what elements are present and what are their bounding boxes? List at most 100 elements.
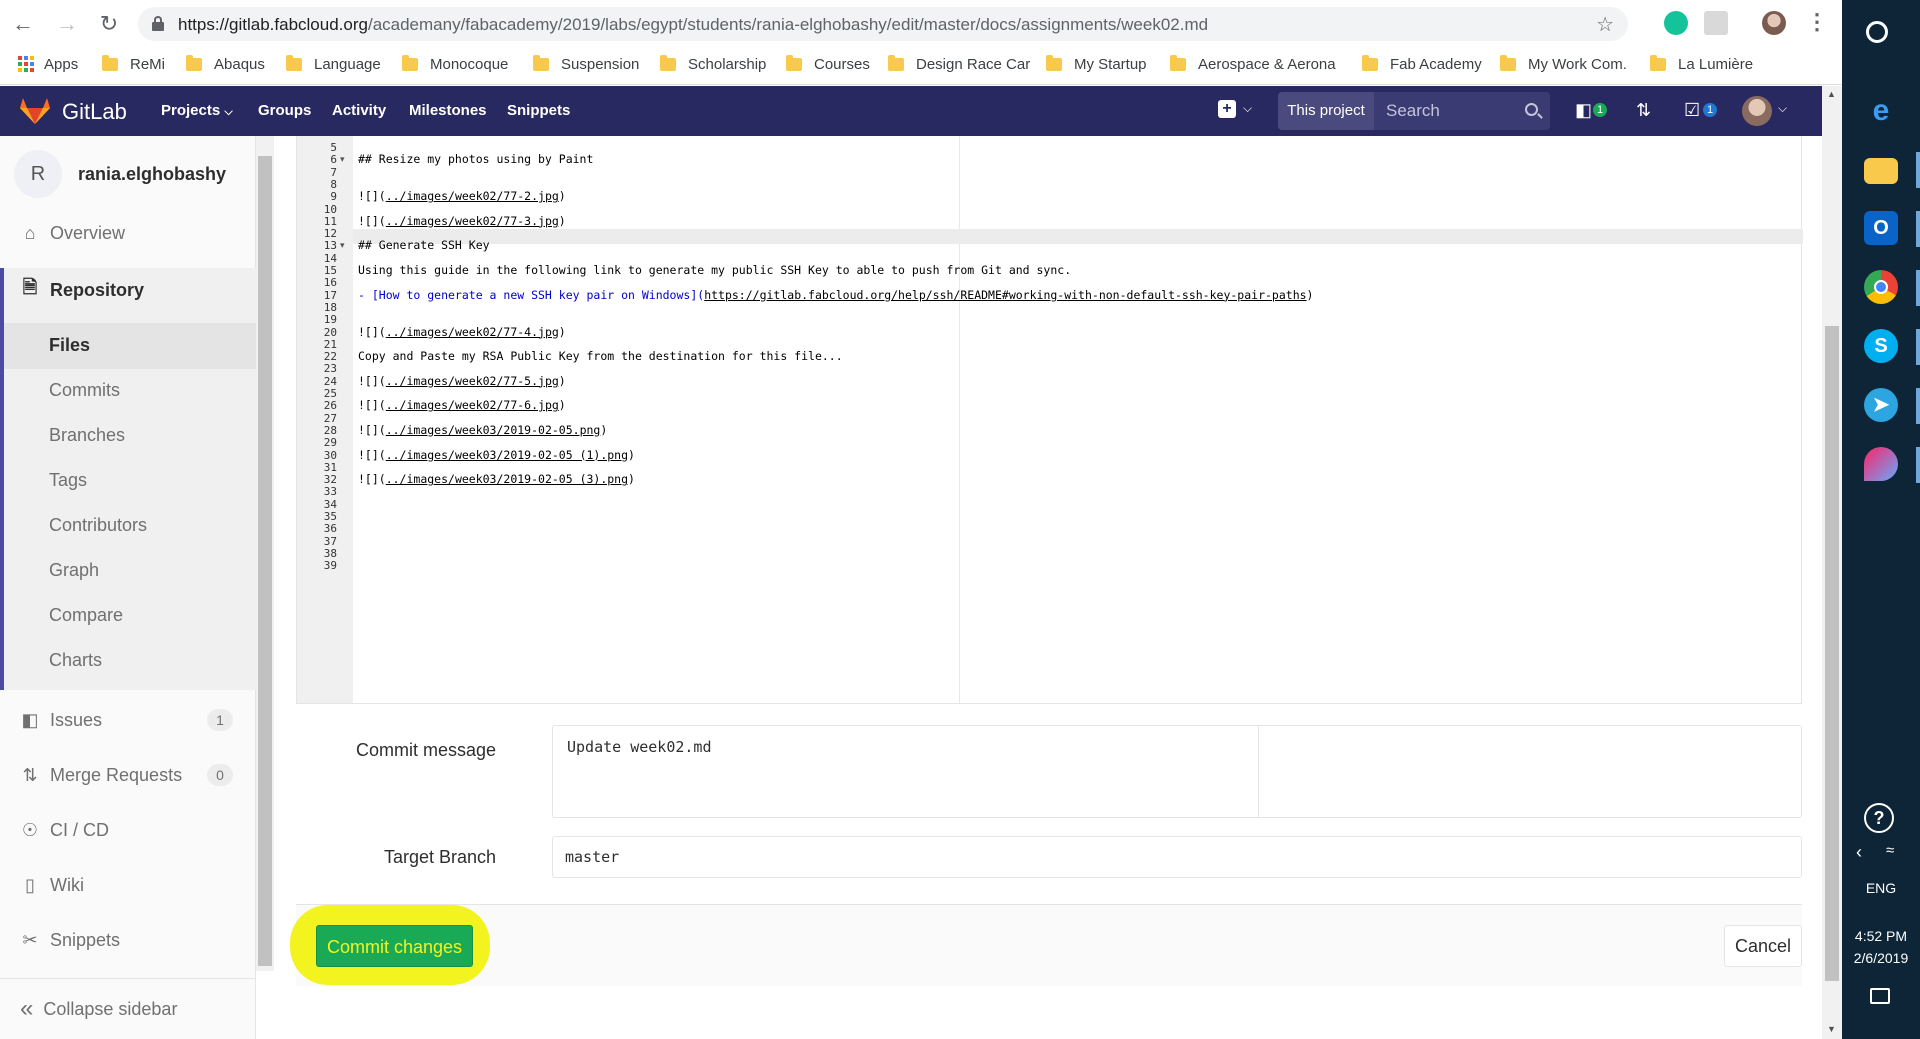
sidebar-subitem-graph[interactable]: Graph xyxy=(49,560,99,581)
bookmark-folder[interactable]: Suspension xyxy=(533,53,639,75)
chevron-down-icon[interactable]: ⌵ xyxy=(1778,101,1787,116)
sidebar-subitem-branches[interactable]: Branches xyxy=(49,425,125,446)
nav-snippets[interactable]: Snippets xyxy=(507,102,570,119)
language-indicator[interactable]: ENG xyxy=(1842,880,1920,896)
chrome-icon[interactable] xyxy=(1864,270,1898,304)
new-item-plus-icon[interactable]: + xyxy=(1218,100,1236,118)
nav-projects[interactable]: Projects ⌵ xyxy=(161,102,233,119)
sidebar-subitem-compare[interactable]: Compare xyxy=(49,605,123,626)
code-line[interactable]: Copy and Paste my RSA Public Key from th… xyxy=(358,349,843,364)
search-input[interactable]: Search xyxy=(1374,92,1550,130)
code-line[interactable]: ![](../images/week02/77-3.jpg) xyxy=(358,214,566,229)
sidebar-item-snippets[interactable]: ✂ Snippets xyxy=(0,918,256,962)
code-line[interactable]: ![](../images/week03/2019-02-05 (1).png) xyxy=(358,448,635,463)
target-branch-input[interactable]: master xyxy=(552,836,1802,878)
code-line[interactable]: - [How to generate a new SSH key pair on… xyxy=(358,288,1313,303)
code-line[interactable]: Using this guide in the following link t… xyxy=(358,263,1071,278)
bookmark-folder[interactable]: ReMi xyxy=(102,53,165,75)
address-bar[interactable]: https://gitlab.fabcloud.org/academany/fa… xyxy=(138,7,1628,41)
url-text: https://gitlab.fabcloud.org/academany/fa… xyxy=(178,15,1209,34)
user-avatar[interactable] xyxy=(1742,96,1772,126)
bookmark-folder[interactable]: Language xyxy=(286,53,381,75)
grammarly-extension-icon[interactable] xyxy=(1664,11,1688,35)
folder-icon xyxy=(102,54,118,71)
bookmark-folder[interactable]: Abaqus xyxy=(186,53,265,75)
bookmark-folder[interactable]: Monocoque xyxy=(402,53,508,75)
search-scope-badge[interactable]: This project xyxy=(1278,92,1374,130)
sidebar-item-wiki[interactable]: ▯ Wiki xyxy=(0,863,256,907)
outlook-icon[interactable]: O xyxy=(1864,211,1898,245)
clock-date[interactable]: 2/6/2019 xyxy=(1842,950,1920,966)
sidebar-subitem-files[interactable]: Files xyxy=(49,335,90,356)
sidebar-item-overview[interactable]: ⌂ Overview xyxy=(0,211,256,255)
todos-icon[interactable]: ☑ xyxy=(1684,100,1700,121)
bookmark-folder[interactable]: My Work Com. xyxy=(1500,53,1627,75)
code-line[interactable]: ![](../images/week02/77-6.jpg) xyxy=(358,398,566,413)
fold-toggle-icon[interactable]: ▾ xyxy=(340,152,345,167)
project-title[interactable]: R rania.elghobashy xyxy=(14,150,226,198)
collapse-sidebar-button[interactable]: «Collapse sidebar xyxy=(0,978,256,1039)
reload-icon[interactable]: ↻ xyxy=(94,9,124,39)
commit-message-textarea[interactable]: Update week02.md xyxy=(552,725,1802,818)
folder-icon xyxy=(1362,54,1378,71)
cancel-button[interactable]: Cancel xyxy=(1724,925,1802,967)
sidebar-subitem-contributors[interactable]: Contributors xyxy=(49,515,147,536)
search-icon xyxy=(1525,103,1538,116)
sidebar-scrollbar[interactable] xyxy=(256,136,274,971)
gitlab-logo-icon[interactable] xyxy=(20,98,50,124)
cortana-icon[interactable] xyxy=(1866,21,1888,43)
page-scrollbar[interactable]: ▲ ▼ xyxy=(1822,86,1842,1039)
edge-icon[interactable]: e xyxy=(1864,94,1898,128)
wifi-icon[interactable]: ≈ xyxy=(1886,842,1894,859)
code-line[interactable]: ## Resize my photos using by Paint xyxy=(358,152,593,167)
code-editor[interactable]: 5 6 ▾ ## Resize my photos using by Paint 7 8 9… xyxy=(296,136,1803,704)
bookmark-folder[interactable]: My Startup xyxy=(1046,53,1147,75)
chrome-menu-icon[interactable]: ⋮ xyxy=(1806,9,1828,35)
file-explorer-icon[interactable] xyxy=(1864,158,1898,184)
sidebar-subitem-charts[interactable]: Charts xyxy=(49,650,102,671)
forward-icon[interactable]: → xyxy=(52,9,82,39)
target-branch-label: Target Branch xyxy=(383,847,496,867)
paint3d-icon[interactable] xyxy=(1864,447,1898,481)
sidebar-item-repository[interactable]: 🗎 Repository xyxy=(0,268,252,312)
nav-groups[interactable]: Groups xyxy=(258,102,311,119)
bookmark-folder[interactable]: Scholarship xyxy=(660,53,766,75)
sidebar-subitem-tags[interactable]: Tags xyxy=(49,470,87,491)
code-line[interactable]: ![](../images/week02/77-5.jpg) xyxy=(358,374,566,389)
bookmark-folder[interactable]: Courses xyxy=(786,53,870,75)
code-line[interactable]: ## Generate SSH Key xyxy=(358,238,490,253)
bookmark-star-icon[interactable]: ☆ xyxy=(1596,12,1614,37)
code-line[interactable]: ![](../images/week02/77-4.jpg) xyxy=(358,325,566,340)
bookmark-folder[interactable]: Fab Academy xyxy=(1362,53,1482,75)
gitlab-header: GitLab Projects ⌵ Groups Activity Milest… xyxy=(0,86,1822,136)
sidebar-subitem-commits[interactable]: Commits xyxy=(49,380,120,401)
extension-icon[interactable] xyxy=(1704,11,1728,35)
skype-icon[interactable]: S xyxy=(1864,329,1898,363)
merge-request-icon[interactable]: ⇅ xyxy=(1636,100,1651,121)
sidebar-item-cicd[interactable]: ☉ CI / CD xyxy=(0,808,256,852)
gitlab-brand[interactable]: GitLab xyxy=(62,99,127,125)
back-icon[interactable]: ← xyxy=(8,9,38,39)
clock-time[interactable]: 4:52 PM xyxy=(1842,928,1920,944)
issues-icon[interactable]: ◧ xyxy=(1575,100,1592,121)
chevron-left-icon[interactable]: ‹ xyxy=(1856,842,1862,863)
code-line[interactable]: ![](../images/week02/77-2.jpg) xyxy=(358,189,566,204)
notifications-icon[interactable] xyxy=(1870,988,1890,1004)
code-line[interactable]: ![](../images/week03/2019-02-05 (3).png) xyxy=(358,472,635,487)
nav-milestones[interactable]: Milestones xyxy=(409,102,487,119)
fold-toggle-icon[interactable]: ▾ xyxy=(340,238,345,253)
bookmark-folder[interactable]: Aerospace & Aerona xyxy=(1170,53,1336,75)
commit-changes-button[interactable]: Commit changes xyxy=(316,925,473,967)
help-icon[interactable]: ? xyxy=(1864,803,1894,833)
code-line[interactable]: ![](../images/week03/2019-02-05.png) xyxy=(358,423,607,438)
chevron-down-icon[interactable]: ⌵ xyxy=(1243,101,1252,116)
apps-grid-icon xyxy=(18,56,34,72)
bookmark-apps[interactable]: Apps xyxy=(18,53,78,75)
telegram-icon[interactable]: ➤ xyxy=(1864,388,1898,422)
folder-icon xyxy=(186,54,202,71)
profile-avatar[interactable] xyxy=(1762,11,1786,35)
bookmark-folder[interactable]: La Lumière xyxy=(1650,53,1753,75)
windows-taskbar: e O S ➤ ? ‹ ≈ ENG 4:52 PM 2/6/2019 xyxy=(1842,0,1920,1039)
bookmark-folder[interactable]: Design Race Car xyxy=(888,53,1030,75)
nav-activity[interactable]: Activity xyxy=(332,102,386,119)
